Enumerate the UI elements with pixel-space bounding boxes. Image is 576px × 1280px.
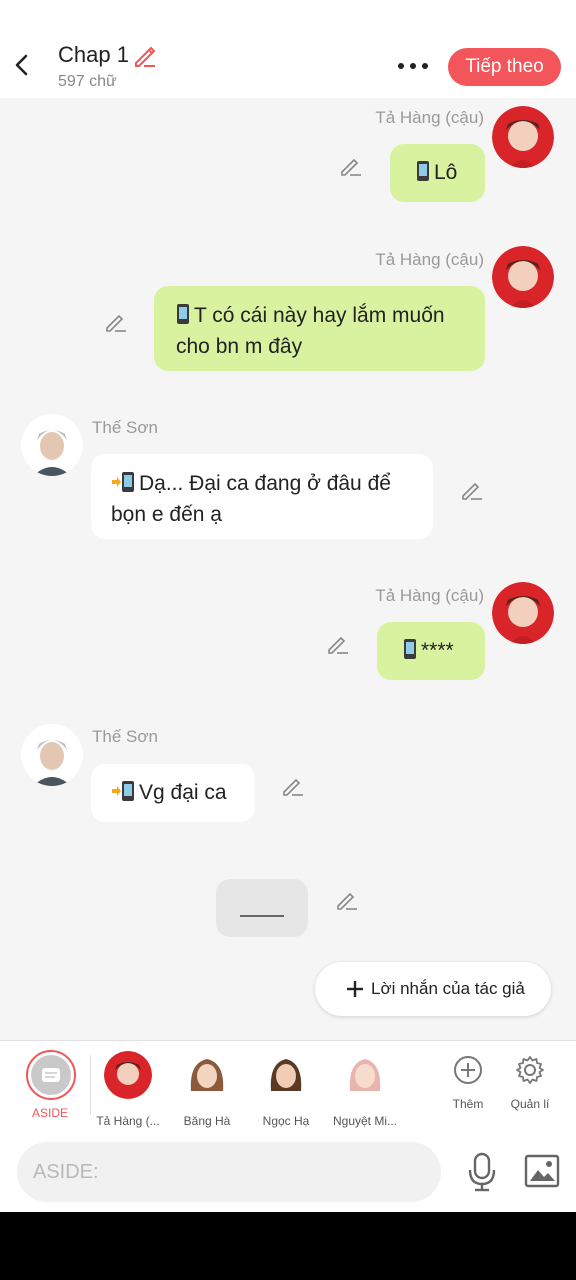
tool-label: Quản lí [510,1097,550,1111]
pencil-icon[interactable] [339,154,363,178]
message-bubble[interactable]: **** [377,622,485,680]
message-text: Lô [434,161,458,184]
gear-icon [516,1056,544,1084]
character-ngoc-ha[interactable]: Ngọc Hạ [247,1049,325,1133]
microphone-icon[interactable] [466,1152,498,1192]
message-text: T có cái này hay lắm muốn cho bn m đây [176,304,445,358]
manage-button[interactable]: Quản lí [505,1053,555,1111]
message-bubble[interactable]: Vg đại ca [91,764,255,822]
character-bar: ASIDE Tả Hàng (... Băng Hà Ngọc Hạ Nguyệ… [0,1040,576,1132]
tool-label: Thêm [452,1097,484,1111]
message-bubble[interactable]: Lô [390,144,485,202]
aside-label: ASIDE [31,1106,68,1120]
avatar[interactable] [492,106,554,168]
message-text: Vg đại ca [139,781,227,804]
avatar[interactable] [21,724,83,786]
system-nav-bar [0,1212,576,1280]
character-label: Nguyệt Mi... [332,1114,398,1128]
speaker-name: Thế Sơn [92,727,158,746]
back-arrow-icon[interactable] [10,50,36,80]
speaker-name: Thế Sơn [92,418,158,437]
image-icon[interactable] [524,1154,560,1188]
more-options-icon[interactable] [396,56,430,76]
avatar[interactable] [21,414,83,476]
chapter-title: Chap 1 [58,42,129,67]
pencil-icon[interactable] [460,478,484,502]
avatar [341,1051,389,1099]
message-text: **** [421,639,454,662]
empty-message-bubble[interactable] [216,879,308,937]
pencil-icon[interactable] [281,774,305,798]
speaker-name: Tả Hàng (cậu) [375,586,484,605]
character-label: Tả Hàng (... [96,1114,160,1128]
aside-character-button[interactable] [26,1050,76,1100]
aside-avatar [31,1055,71,1095]
character-bang-ha[interactable]: Băng Hà [168,1049,246,1133]
word-count: 597 chữ [58,73,117,90]
avatar [104,1051,152,1099]
author-note-label: Lời nhắn của tác giả [371,979,525,998]
phone-icon [416,160,430,190]
add-character-button[interactable]: Thêm [443,1053,493,1111]
avatar [262,1051,310,1099]
phone-icon [403,638,417,668]
character-nguyet-mi[interactable]: Nguyệt Mi... [326,1049,404,1133]
speaker-name: Tả Hàng (cậu) [375,250,484,269]
phone-icon [176,303,190,333]
incoming-phone-icon [111,780,135,810]
speaker-name: Tả Hàng (cậu) [375,108,484,127]
placeholder-line [240,915,284,917]
message-bubble[interactable]: Dạ... Đại ca đang ở đâu để bọn e đến ạ [91,454,433,539]
composer-bar [0,1132,576,1212]
plus-icon [347,981,363,997]
pencil-icon[interactable] [132,43,158,69]
message-text: Dạ... Đại ca đang ở đâu để bọn e đến ạ [111,472,391,526]
avatar[interactable] [492,582,554,644]
avatar[interactable] [492,246,554,308]
chat-bubble-icon [42,1068,60,1082]
pencil-icon[interactable] [104,310,128,334]
next-button[interactable]: Tiếp theo [448,48,561,86]
character-label: Băng Hà [183,1114,231,1128]
incoming-phone-icon [111,471,135,501]
message-bubble[interactable]: T có cái này hay lắm muốn cho bn m đây [154,286,485,371]
add-circle-icon [454,1056,482,1084]
top-bar: Chap 1 597 chữ Tiếp theo [0,0,576,98]
pencil-icon[interactable] [335,888,359,912]
author-note-button[interactable]: Lời nhắn của tác giả [315,962,551,1016]
avatar [183,1051,231,1099]
character-label: Ngọc Hạ [262,1114,310,1128]
character-ta-hang[interactable]: Tả Hàng (... [89,1049,167,1133]
message-input[interactable] [17,1142,441,1202]
pencil-icon[interactable] [326,632,350,656]
